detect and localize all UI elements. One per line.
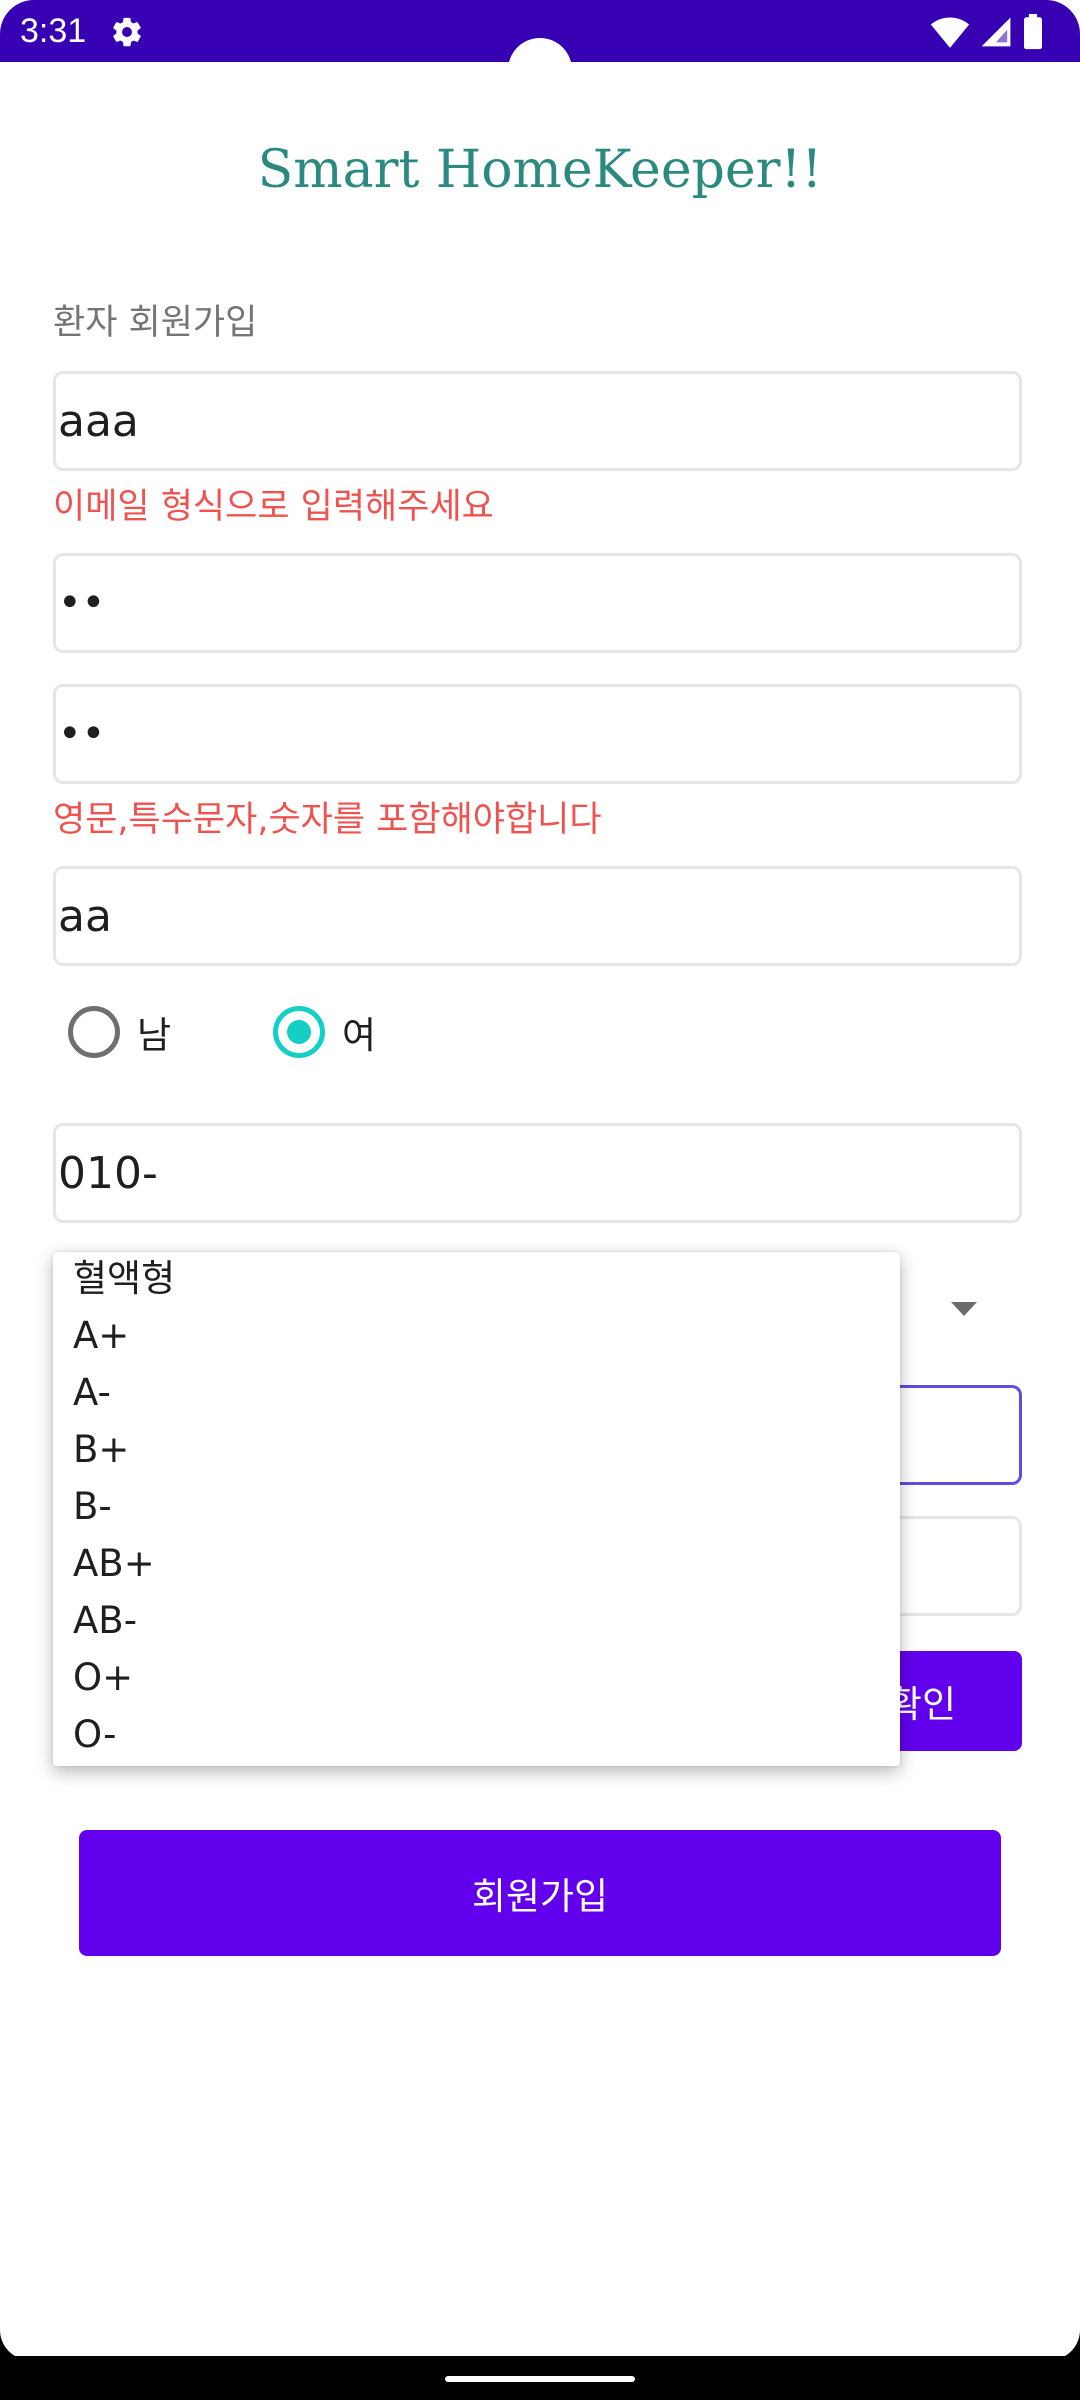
password-error-text: 영문,특수문자,숫자를 포함해야합니다: [53, 800, 602, 840]
radio-selected-dot: [287, 1020, 311, 1044]
dropdown-option[interactable]: B+: [73, 1425, 129, 1475]
signup-submit-button[interactable]: 회원가입: [79, 1830, 1001, 1956]
password-confirm-field[interactable]: ••: [53, 684, 1022, 784]
dropdown-option[interactable]: AB-: [73, 1596, 137, 1646]
dropdown-option[interactable]: 혈액형: [73, 1254, 175, 1304]
battery-icon: [1024, 14, 1042, 50]
dropdown-option[interactable]: A+: [73, 1311, 129, 1361]
phone-field[interactable]: 010-: [53, 1123, 1022, 1223]
email-value: aaa: [58, 395, 139, 447]
gender-male-radio[interactable]: [68, 1006, 120, 1058]
email-error-text: 이메일 형식으로 입력해주세요: [53, 487, 494, 527]
gender-female-radio[interactable]: [273, 1006, 325, 1058]
settings-gear-icon: [113, 17, 141, 47]
dropdown-arrow-icon[interactable]: [951, 1302, 977, 1316]
signal-icon: [981, 17, 1011, 47]
section-label: 환자 회원가입: [53, 303, 258, 343]
password-value: ••: [58, 580, 106, 626]
name-field[interactable]: aa: [53, 866, 1022, 966]
dropdown-option[interactable]: A-: [73, 1368, 111, 1418]
gender-male-label[interactable]: 남: [137, 1006, 171, 1058]
email-field[interactable]: aaa: [53, 371, 1022, 471]
signup-submit-label: 회원가입: [471, 1875, 609, 1918]
password-field[interactable]: ••: [53, 553, 1022, 653]
blood-type-dropdown[interactable]: 혈액형 A+ A- B+ B- AB+ AB- O+ O-: [53, 1252, 900, 1766]
home-indicator[interactable]: [445, 2376, 635, 2382]
dropdown-option[interactable]: AB+: [73, 1539, 155, 1589]
app-title: Smart HomeKeeper!!: [257, 140, 823, 200]
password-confirm-value: ••: [58, 711, 106, 757]
dropdown-option[interactable]: O-: [73, 1710, 117, 1760]
status-time: 3:31: [20, 12, 87, 50]
name-value: aa: [58, 890, 112, 942]
dropdown-option[interactable]: O+: [73, 1653, 133, 1703]
dropdown-option[interactable]: B-: [73, 1482, 112, 1532]
phone-value: 010-: [58, 1147, 158, 1199]
wifi-icon: [930, 17, 970, 48]
gender-female-label[interactable]: 여: [342, 1006, 376, 1058]
status-icons: [930, 12, 1044, 52]
camera-cutout: [508, 38, 572, 102]
